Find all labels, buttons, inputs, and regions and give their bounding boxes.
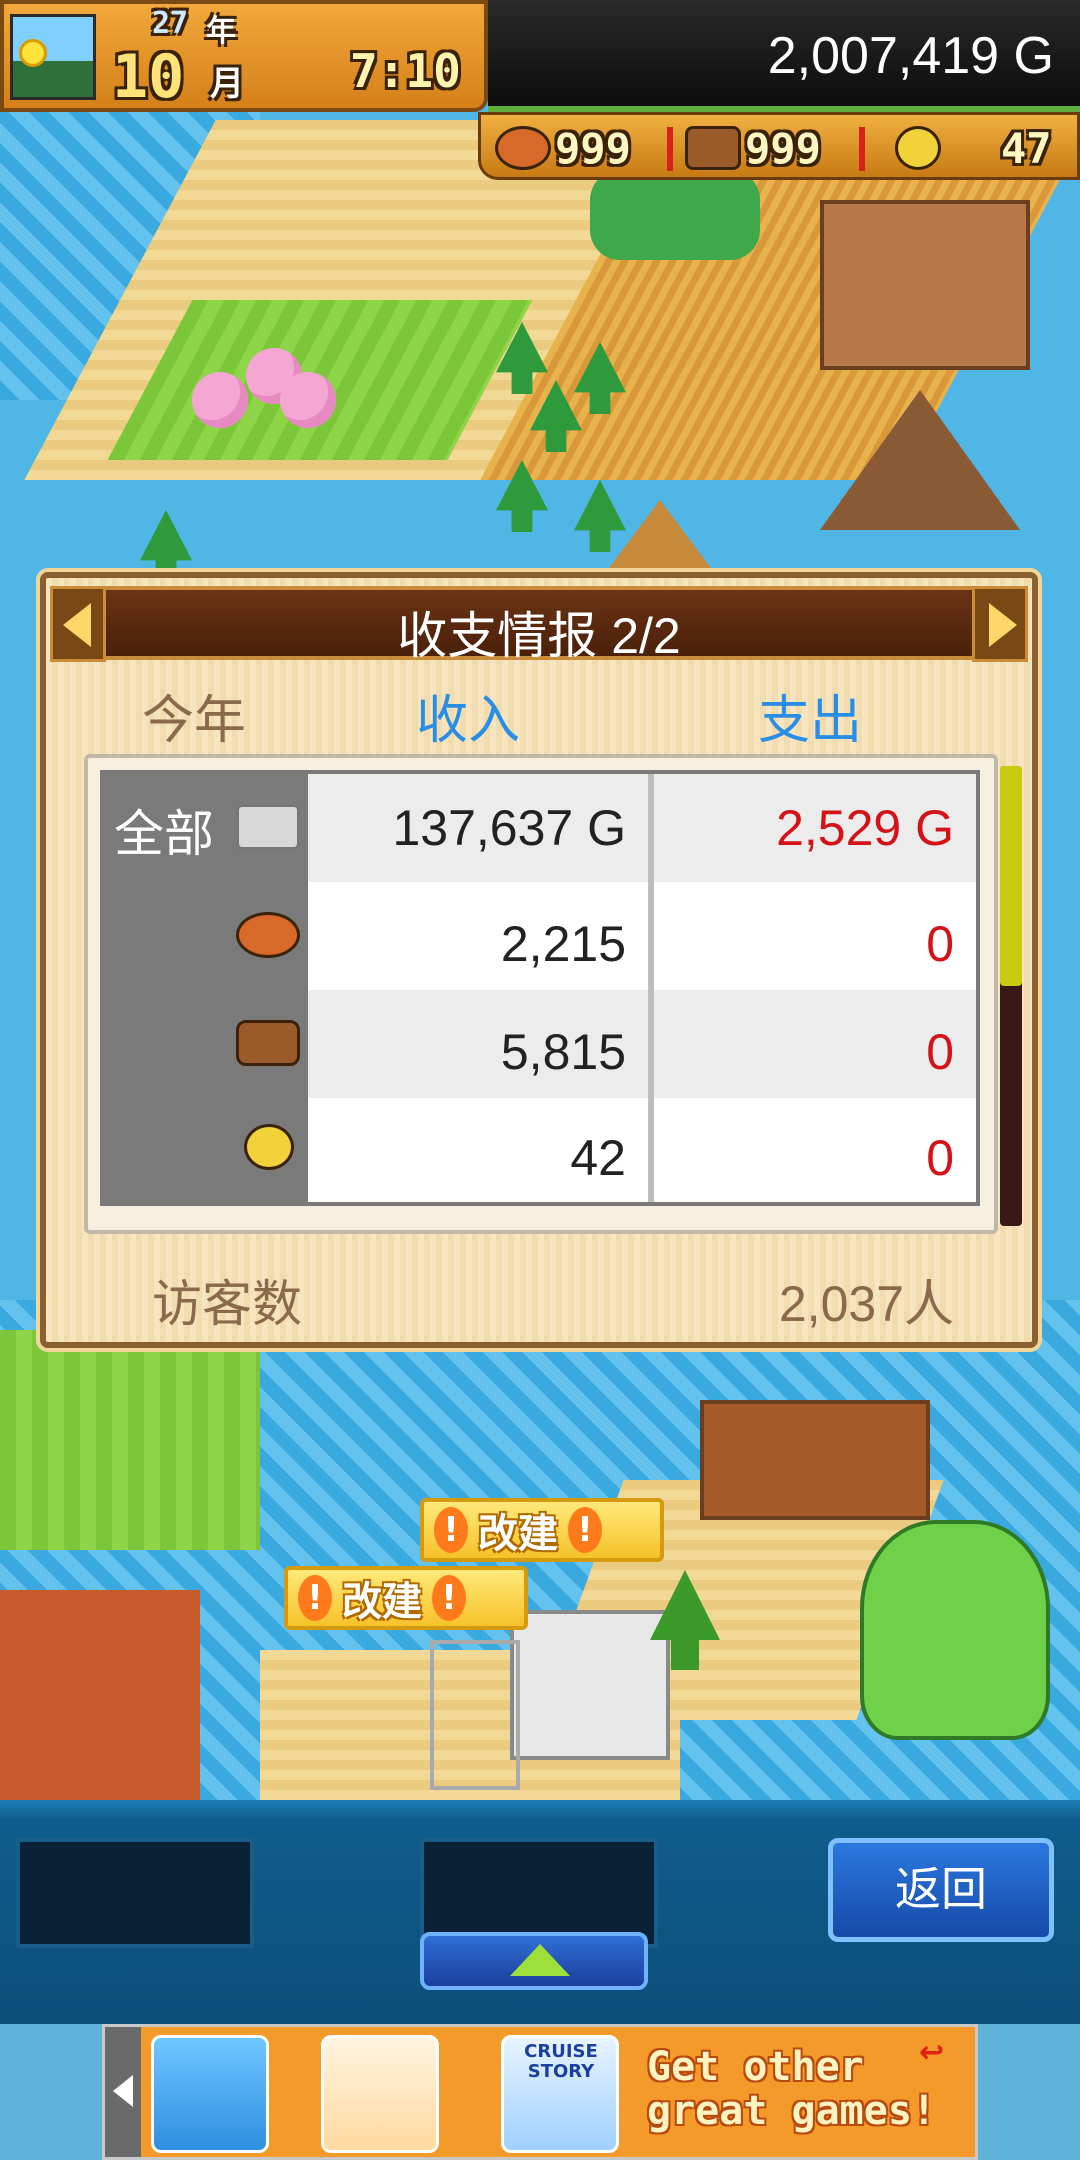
ad-game-thumbnail-cruise[interactable]: CRUISE STORY	[501, 2035, 619, 2153]
cherry-blossom-tree	[192, 372, 248, 428]
back-button[interactable]: 返回	[828, 1838, 1054, 1942]
alert-icon: !	[434, 1507, 468, 1553]
year-number: 27	[152, 6, 189, 41]
ad-banner[interactable]: CRUISE STORY Get other great games! ↩	[102, 2024, 978, 2160]
factory-building[interactable]	[510, 1610, 670, 1760]
bottom-toolbar: 返回	[0, 1800, 1080, 2024]
pine-tree	[574, 480, 626, 552]
expand-menu-button[interactable]	[420, 1932, 648, 1990]
resource-coin: 47	[895, 121, 1052, 175]
finance-table[interactable]: 全部 137,637 G 2,529 G 2,215 0 5,815 0 42 …	[100, 770, 980, 1206]
income-cell: 5,815	[308, 990, 648, 1098]
scrollbar[interactable]	[1000, 766, 1022, 1226]
gold-coin-icon	[244, 1124, 294, 1170]
wood-icon	[685, 126, 741, 170]
alert-icon: !	[432, 1575, 466, 1621]
row-label-cell	[104, 882, 308, 990]
date-panel: 27 年 10 月 7:10	[0, 0, 488, 112]
scrollbar-thumb[interactable]	[1000, 766, 1022, 986]
cherry-blossom-tree	[280, 372, 336, 428]
arrow-right-icon	[989, 603, 1017, 647]
ad-game-thumbnail-shop[interactable]	[321, 2035, 439, 2153]
gold-coin-icon	[895, 126, 941, 170]
roof-tile	[0, 1590, 200, 1800]
visitor-count: 2,037人	[778, 1276, 954, 1332]
arrow-up-icon	[510, 1944, 570, 1976]
coin-count: 47	[1001, 123, 1052, 173]
resource-meat: 999	[495, 121, 631, 175]
grass-tile	[0, 1330, 260, 1550]
silver-ingot-icon	[236, 804, 300, 850]
market-stall[interactable]	[700, 1400, 930, 1520]
table-row: 5,815 0	[104, 990, 976, 1098]
ad-text-line1: Get other	[647, 2044, 864, 2090]
money-panel: 2,007,419 G	[488, 0, 1080, 112]
alert-icon: !	[298, 1575, 332, 1621]
income-cell: 137,637 G	[308, 774, 648, 882]
bush-patch	[590, 170, 760, 260]
toolbar-slot-left[interactable]	[16, 1838, 254, 1948]
meat-icon	[495, 126, 551, 170]
meat-icon	[236, 912, 300, 958]
arrow-left-icon	[113, 2075, 133, 2107]
visitor-label: 访客数	[152, 1276, 302, 1332]
next-page-button[interactable]	[972, 586, 1028, 662]
wood-count: 999	[745, 123, 821, 173]
meat-count: 999	[555, 123, 631, 173]
separator	[859, 127, 865, 171]
month-unit: 月	[210, 64, 244, 104]
season-icon	[10, 14, 96, 100]
money-counter: 2,007,419 G	[767, 27, 1054, 85]
row-label-cell	[104, 1098, 308, 1202]
expense-cell: 0	[654, 990, 976, 1098]
ad-text-line2: great games!	[647, 2088, 936, 2134]
prev-page-button[interactable]	[50, 586, 106, 662]
row-label-cell	[104, 990, 308, 1098]
rebuild-tag[interactable]: ! 改建 !	[420, 1498, 664, 1562]
income-header: 收入	[416, 692, 521, 750]
arrow-left-icon	[63, 603, 91, 647]
income-cell: 2,215	[308, 882, 648, 990]
game-clock: 7:10	[350, 44, 461, 98]
month-number: 10	[112, 42, 185, 112]
expense-cell: 0	[654, 1098, 976, 1202]
ad-arrow-icon: ↩	[919, 2035, 945, 2070]
dialog-header: 收支情报 2/2	[82, 586, 996, 664]
ad-thumbnail-label: CRUISE STORY	[524, 2041, 598, 2082]
period-header: 今年	[142, 692, 247, 750]
dialog-title: 收支情报 2/2	[397, 608, 681, 664]
finance-table-frame: 全部 137,637 G 2,529 G 2,215 0 5,815 0 42 …	[84, 754, 998, 1234]
expense-cell: 0	[654, 882, 976, 990]
income-cell: 42	[308, 1098, 648, 1202]
finance-dialog: 收支情报 2/2 今年 收入 支出 全部 137,637 G 2,529 G 2…	[40, 572, 1038, 1348]
ad-collapse-button[interactable]	[105, 2027, 141, 2157]
rebuild-label: 改建	[342, 1579, 422, 1625]
rebuild-tag[interactable]: ! 改建 !	[284, 1566, 528, 1630]
expense-cell: 2,529 G	[654, 774, 976, 882]
table-row: 42 0	[104, 1098, 976, 1202]
resource-wood: 999	[685, 121, 821, 175]
expense-header: 支出	[758, 692, 863, 750]
steel-tower	[430, 1640, 520, 1790]
hay-pile	[600, 500, 720, 580]
ad-text[interactable]: Get other great games!	[647, 2045, 936, 2133]
year-unit: 年	[206, 14, 236, 49]
ad-game-thumbnail-rocket[interactable]	[151, 2035, 269, 2153]
row-label: 全部	[114, 806, 214, 862]
alert-icon: !	[568, 1507, 602, 1553]
row-label-cell: 全部	[104, 774, 308, 882]
rebuild-label: 改建	[478, 1511, 558, 1557]
temple-building[interactable]	[820, 200, 1030, 370]
separator	[667, 127, 673, 171]
table-row: 2,215 0	[104, 882, 976, 990]
table-row: 全部 137,637 G 2,529 G	[104, 774, 976, 882]
wood-icon	[236, 1020, 300, 1066]
resource-bar: 999 999 47	[478, 112, 1080, 180]
green-monster[interactable]	[860, 1520, 1050, 1740]
